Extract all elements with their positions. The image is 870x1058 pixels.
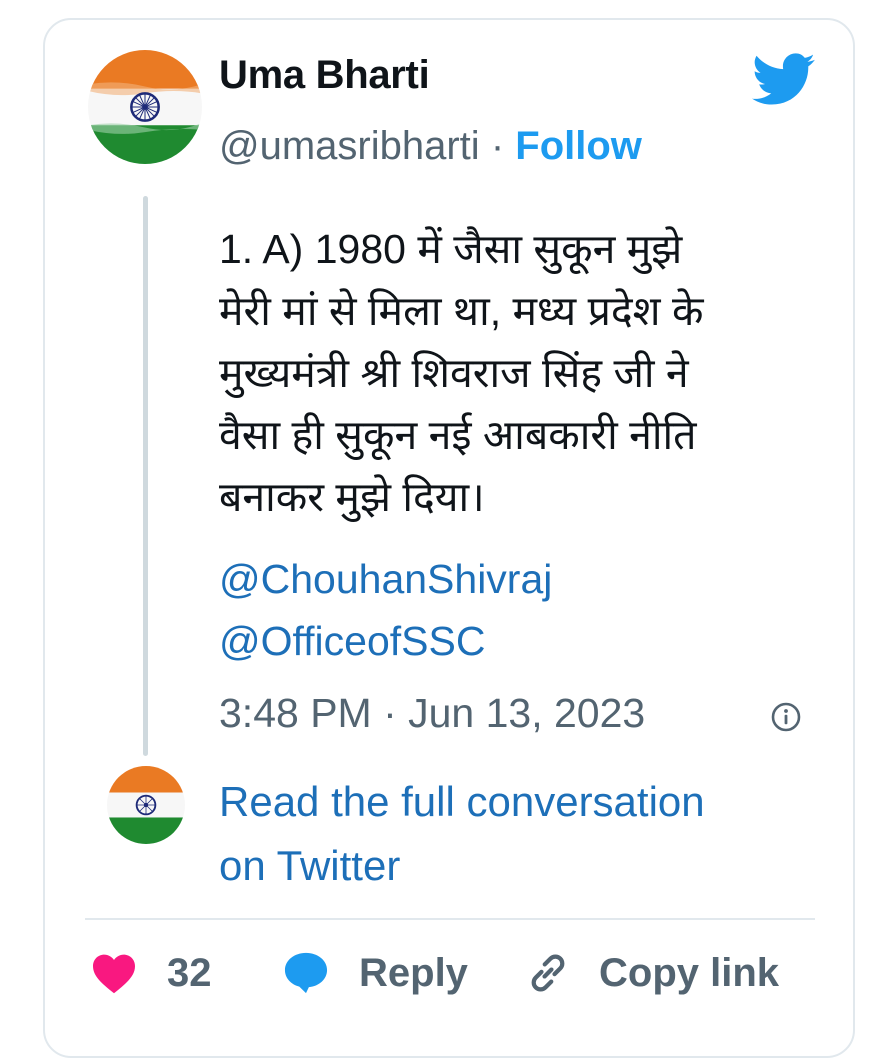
mention-link-officeofssc[interactable]: @OfficeofSSC	[219, 618, 485, 665]
author-handle[interactable]: @umasribharti	[219, 124, 480, 168]
tweet-card	[43, 18, 855, 1058]
india-flag-icon	[88, 50, 202, 164]
follow-button[interactable]: Follow	[515, 124, 642, 168]
reply-label: Reply	[359, 950, 468, 995]
author-handle-row: @umasribharti · Follow	[219, 124, 642, 169]
tweet-timestamp[interactable]: 3:48 PM · Jun 13, 2023	[219, 690, 645, 737]
read-full-conversation-link[interactable]: Read the full conversation on Twitter	[219, 770, 819, 898]
tweet-text-line: मुख्यमंत्री श्री शिवराज सिंह जी ने	[219, 350, 689, 396]
tweet-text-line: मेरी मां से मिला था, मध्य प्रदेश के	[219, 288, 704, 334]
author-avatar-small[interactable]	[107, 766, 185, 844]
heart-icon	[93, 954, 135, 994]
thread-connector-line	[143, 196, 148, 756]
twitter-bird-icon[interactable]	[752, 52, 816, 108]
like-button[interactable]: 32	[91, 945, 212, 1001]
copy-link-button[interactable]: Copy link	[525, 945, 779, 1001]
tweet-text: 1. A) 1980 में जैसा सुकून मुझे मेरी मां …	[219, 218, 819, 528]
tweet-text-line: 1. A) 1980 में जैसा सुकून मुझे	[219, 226, 683, 272]
india-flag-icon	[107, 766, 185, 844]
info-icon[interactable]	[770, 701, 802, 733]
author-avatar[interactable]	[88, 50, 202, 164]
author-name[interactable]: Uma Bharti	[219, 53, 430, 98]
reply-button[interactable]: Reply	[283, 945, 468, 1001]
read-full-line: on Twitter	[219, 842, 401, 889]
speech-bubble-icon	[284, 952, 328, 994]
read-full-line: Read the full conversation	[219, 778, 705, 825]
like-count: 32	[167, 950, 212, 995]
copy-link-label: Copy link	[599, 950, 780, 995]
separator-dot: ·	[490, 124, 505, 168]
mention-link-chouhanshivraj[interactable]: @ChouhanShivraj	[219, 556, 552, 603]
link-chain-icon	[531, 954, 565, 992]
tweet-text-line: वैसा ही सुकून नई आबकारी नीति	[219, 412, 697, 458]
actions-divider	[85, 918, 815, 920]
tweet-text-line: बनाकर मुझे दिया।	[219, 474, 485, 520]
